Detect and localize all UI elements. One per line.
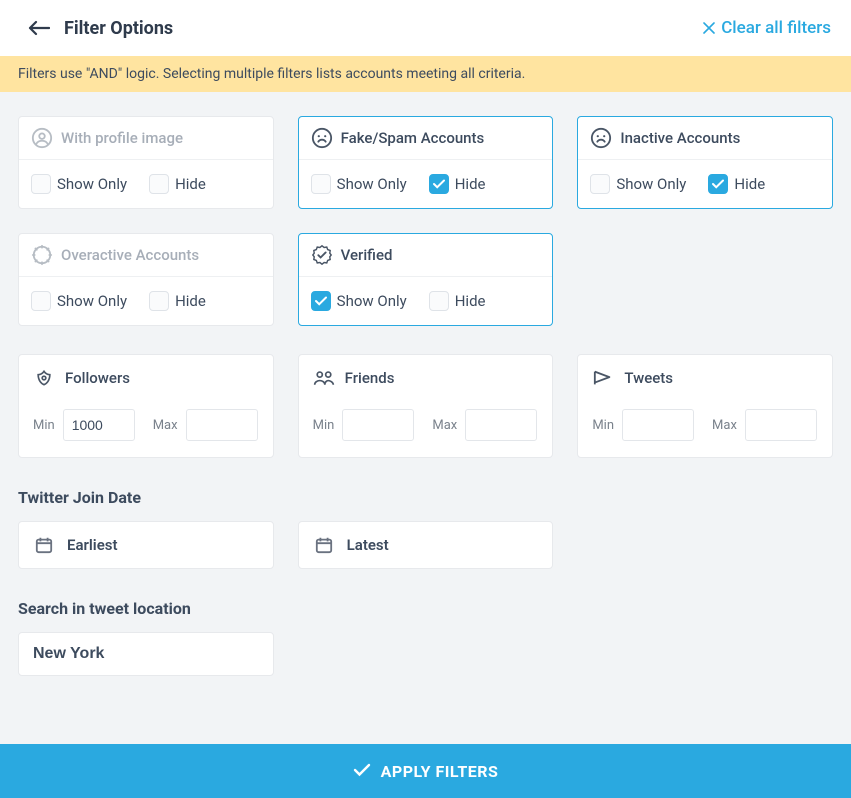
filter-profile-image: With profile image Show Only Hide (18, 116, 274, 209)
close-icon (703, 19, 715, 38)
filter-title: Fake/Spam Accounts (341, 129, 485, 147)
alert-icon (31, 244, 53, 266)
range-title: Tweets (624, 369, 673, 387)
friends-icon (313, 367, 335, 389)
range-title: Followers (65, 369, 130, 387)
clear-all-filters-button[interactable]: Clear all filters (703, 18, 831, 38)
join-date-section-title: Twitter Join Date (18, 488, 833, 507)
latest-date-picker[interactable]: Latest (298, 521, 554, 569)
location-section-title: Search in tweet location (18, 599, 833, 618)
filter-verified: Verified Show Only Hide (298, 233, 554, 326)
range-tweets: Tweets Min Max (577, 354, 833, 458)
hide-checkbox[interactable]: Hide (708, 174, 765, 194)
verified-badge-icon (311, 244, 333, 266)
friends-min-input[interactable] (342, 409, 414, 441)
min-label: Min (313, 418, 335, 433)
hide-checkbox[interactable]: Hide (429, 174, 486, 194)
notice-banner: Filters use "AND" logic. Selecting multi… (0, 56, 851, 92)
filter-title: Overactive Accounts (61, 246, 199, 264)
tweets-min-input[interactable] (622, 409, 694, 441)
apply-filters-button[interactable]: APPLY FILTERS (0, 744, 851, 798)
person-circle-icon (31, 127, 53, 149)
show-only-checkbox[interactable]: Show Only (31, 174, 127, 194)
sad-icon (590, 127, 612, 149)
filter-inactive: Inactive Accounts Show Only Hide (577, 116, 833, 209)
filter-overactive: Overactive Accounts Show Only Hide (18, 233, 274, 326)
location-input[interactable] (18, 632, 274, 676)
latest-label: Latest (347, 536, 389, 554)
show-only-checkbox[interactable]: Show Only (311, 174, 407, 194)
range-followers: Followers Min Max (18, 354, 274, 458)
hide-checkbox[interactable]: Hide (149, 291, 206, 311)
show-only-checkbox[interactable]: Show Only (31, 291, 127, 311)
followers-icon (33, 367, 55, 389)
range-friends: Friends Min Max (298, 354, 554, 458)
range-title: Friends (345, 369, 395, 387)
filter-title: Verified (341, 246, 393, 264)
apply-label: APPLY FILTERS (381, 762, 499, 781)
check-icon (353, 762, 371, 781)
show-only-checkbox[interactable]: Show Only (590, 174, 686, 194)
max-label: Max (712, 418, 737, 433)
clear-all-label: Clear all filters (721, 18, 831, 38)
min-label: Min (33, 418, 55, 433)
calendar-icon (313, 534, 335, 556)
earliest-date-picker[interactable]: Earliest (18, 521, 274, 569)
followers-max-input[interactable] (186, 409, 258, 441)
calendar-icon (33, 534, 55, 556)
max-label: Max (153, 418, 178, 433)
max-label: Max (432, 418, 457, 433)
filter-fake-spam: Fake/Spam Accounts Show Only Hide (298, 116, 554, 209)
followers-min-input[interactable] (63, 409, 135, 441)
frown-icon (311, 127, 333, 149)
earliest-label: Earliest (67, 536, 118, 554)
min-label: Min (592, 418, 614, 433)
filter-title: With profile image (61, 129, 183, 147)
flag-icon (592, 367, 614, 389)
hide-checkbox[interactable]: Hide (429, 291, 486, 311)
hide-checkbox[interactable]: Hide (149, 174, 206, 194)
page-title: Filter Options (64, 18, 173, 39)
filter-title: Inactive Accounts (620, 129, 740, 147)
show-only-checkbox[interactable]: Show Only (311, 291, 407, 311)
tweets-max-input[interactable] (745, 409, 817, 441)
friends-max-input[interactable] (465, 409, 537, 441)
back-arrow-icon[interactable] (28, 20, 50, 36)
